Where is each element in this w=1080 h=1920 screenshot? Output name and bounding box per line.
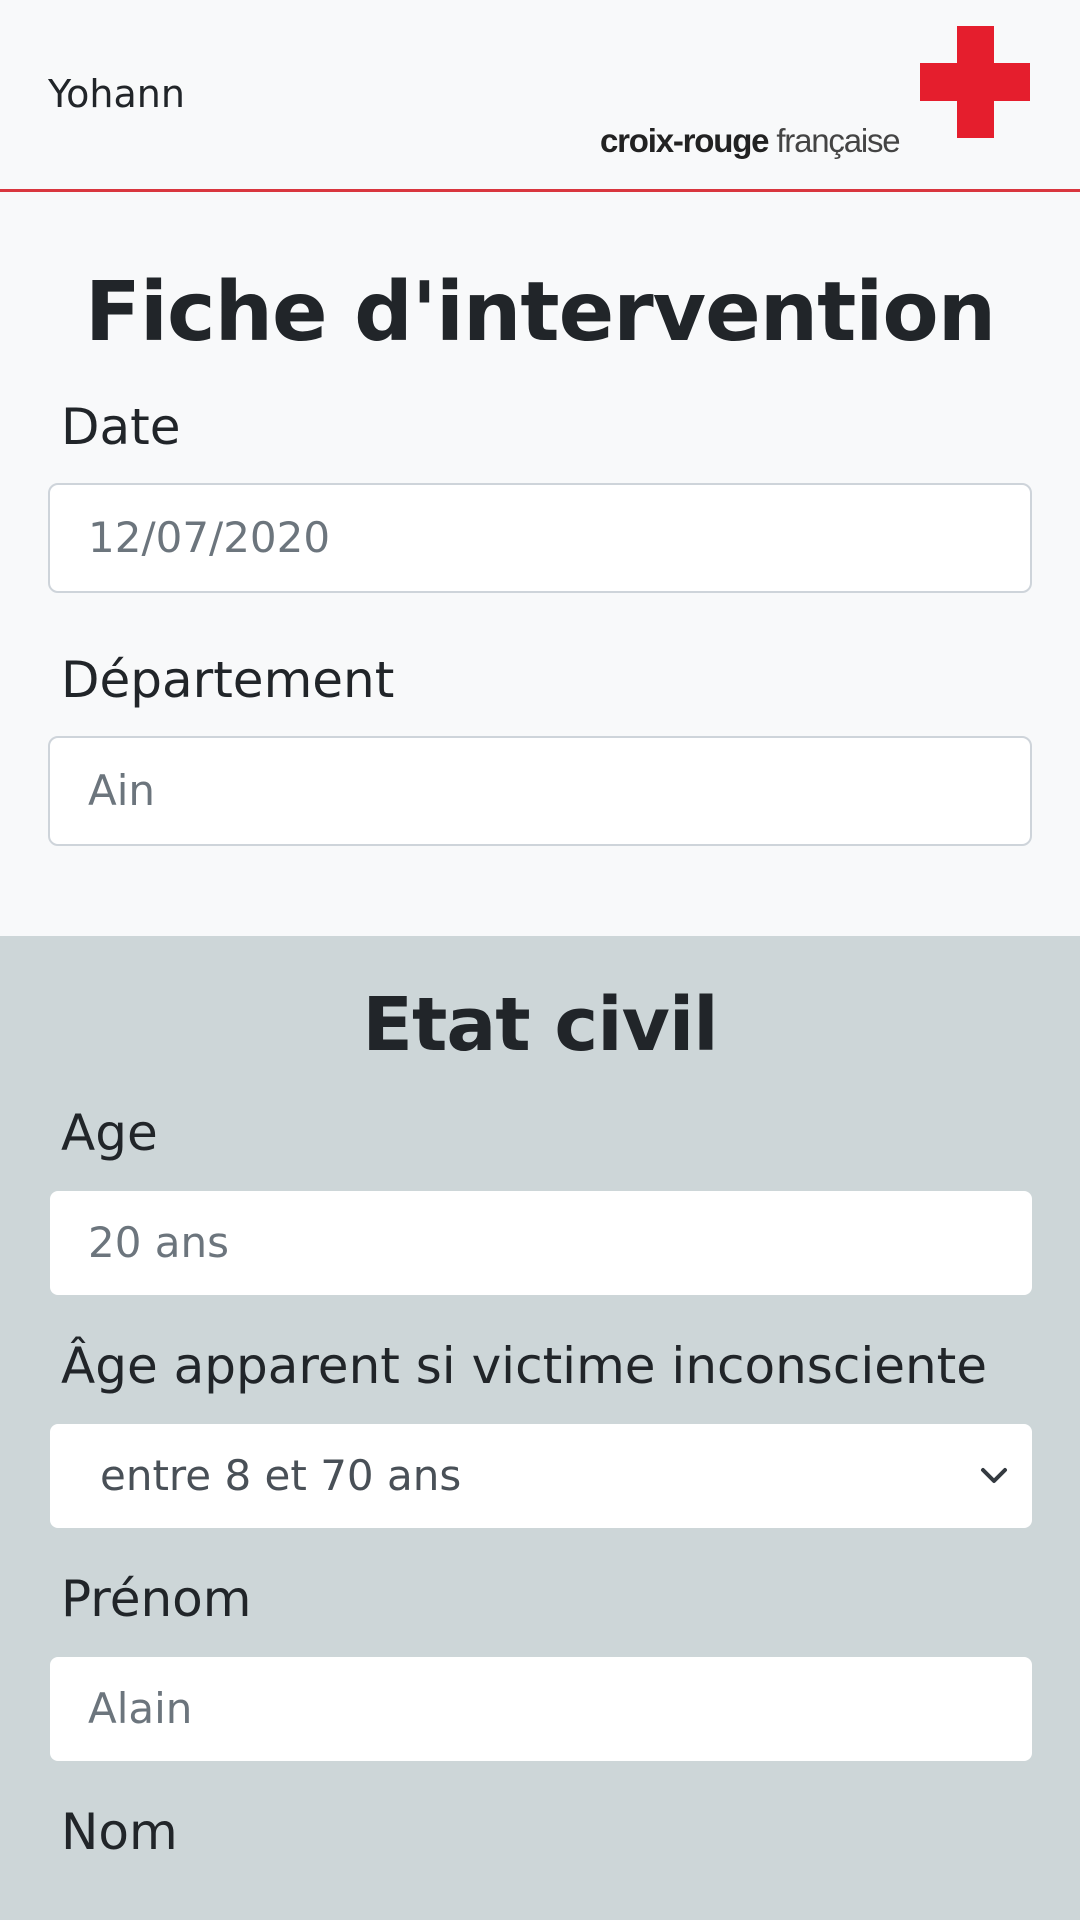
date-group: Date 12/07/2020 bbox=[48, 400, 1032, 593]
logo-wordmark-light: française bbox=[776, 122, 900, 159]
age-input[interactable]: 20 ans bbox=[50, 1191, 1032, 1295]
departement-label: Département bbox=[61, 651, 395, 709]
age-apparent-label: Âge apparent si victime inconsciente bbox=[61, 1337, 988, 1395]
age-apparent-select[interactable]: entre 8 et 70 ans bbox=[50, 1424, 1032, 1528]
age-apparent-selected-value: entre 8 et 70 ans bbox=[100, 1451, 462, 1500]
logo-wordmark-bold: croix-rouge bbox=[600, 122, 770, 159]
intervention-section: Fiche d'intervention Date 12/07/2020 Dép… bbox=[0, 192, 1080, 936]
nom-label: Nom bbox=[61, 1803, 178, 1861]
chevron-down-icon bbox=[981, 1468, 1007, 1483]
red-cross-icon bbox=[920, 26, 1030, 138]
prenom-label: Prénom bbox=[61, 1570, 252, 1628]
user-name[interactable]: Yohann bbox=[48, 72, 185, 116]
page-title: Fiche d'intervention bbox=[84, 265, 996, 360]
date-input[interactable]: 12/07/2020 bbox=[48, 483, 1032, 593]
logo-wordmark: croix-rouge française bbox=[600, 122, 901, 160]
date-label: Date bbox=[61, 398, 181, 456]
section-title: Etat civil bbox=[362, 982, 718, 1068]
prenom-input[interactable]: Alain bbox=[50, 1657, 1032, 1761]
nom-group: Nom bbox=[48, 1805, 1032, 1860]
etat-civil-section: Etat civil Age 20 ans Âge apparent si vi… bbox=[0, 936, 1080, 1920]
prenom-group: Prénom Alain bbox=[48, 1572, 1032, 1761]
age-label: Age bbox=[61, 1104, 158, 1162]
app-header: Yohann croix-rouge française bbox=[0, 0, 1080, 192]
age-group: Age 20 ans bbox=[48, 1106, 1032, 1295]
departement-group: Département Ain bbox=[48, 653, 1032, 846]
croix-rouge-logo[interactable]: croix-rouge française bbox=[600, 26, 1030, 166]
departement-input[interactable]: Ain bbox=[48, 736, 1032, 846]
age-apparent-group: Âge apparent si victime inconsciente ent… bbox=[48, 1339, 1032, 1528]
